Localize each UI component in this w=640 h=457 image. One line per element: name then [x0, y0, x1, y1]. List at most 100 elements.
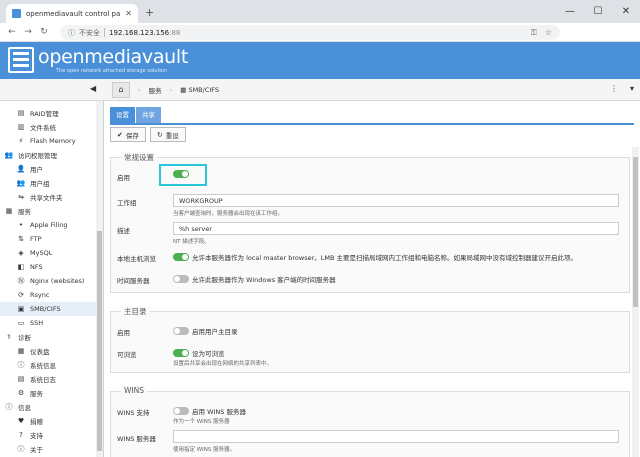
description-input[interactable]: %h server: [173, 222, 619, 235]
sidebar-item[interactable]: ⓘ 系统信息: [0, 358, 103, 372]
close-window-icon[interactable]: ✕: [612, 0, 640, 23]
sidebar-item-label: 捐赠: [30, 418, 43, 426]
breadcrumb: ⌂ › 服务 › ▦ SMB/CIFS: [112, 82, 219, 98]
browser-tab[interactable]: openmediavault control panel ✕: [6, 4, 138, 23]
expand-icon[interactable]: ▾: [630, 84, 634, 93]
wins-server-input[interactable]: [173, 430, 619, 443]
breadcrumb-sep-icon: ›: [138, 86, 141, 94]
general-legend: 常规设置: [121, 152, 157, 163]
sidebar-item[interactable]: ▥ 文件系统: [0, 120, 103, 134]
breadcrumb-smb[interactable]: ▦ SMB/CIFS: [180, 86, 219, 94]
sidebar-item[interactable]: ⚙ 服务: [0, 386, 103, 400]
raid-icon: ▤: [17, 109, 25, 117]
minimize-icon[interactable]: —: [556, 0, 584, 23]
sidebar-item[interactable]: ▤ 系统日志: [0, 372, 103, 386]
sidebar-item[interactable]: ▤ RAID管理: [0, 106, 103, 120]
sidebar-item[interactable]: ⚡ Flash Memory: [0, 134, 103, 148]
sidebar-item[interactable]: ⟳ Rsync: [0, 288, 103, 302]
main-panel: 设置 共享 ✔ 保存 ↻ 重设 常规设置 启用 工作组 WORKGROUP 当客户端…: [104, 101, 640, 457]
sidebar-scroll-thumb[interactable]: [97, 231, 102, 451]
back-icon[interactable]: ←: [4, 27, 20, 37]
main-scroll-thumb[interactable]: [633, 157, 638, 307]
sidebar-item[interactable]: ▭ SSH: [0, 316, 103, 330]
sidebar-item[interactable]: ♥ 捐赠: [0, 414, 103, 428]
forward-icon[interactable]: →: [20, 27, 36, 37]
wins-support-toggle[interactable]: [173, 407, 189, 415]
share-icon: ⇋: [18, 193, 24, 201]
sidebar-item[interactable]: ◈ MySQL: [0, 246, 103, 260]
sidebar-item-label: SSH: [30, 319, 44, 327]
sidebar-item[interactable]: ▦ 服务: [0, 204, 103, 218]
sidebar-item-label: Apple Filing: [30, 221, 68, 229]
save-button[interactable]: ✔ 保存: [110, 127, 146, 142]
sidebar-item-label: 支持: [30, 432, 43, 440]
nginx-icon: Ⓝ: [17, 277, 25, 285]
sidebar-item-label: 信息: [18, 404, 31, 412]
url-text[interactable]: 192.168.123.156:88: [109, 29, 180, 37]
new-tab-icon[interactable]: +: [145, 6, 154, 19]
browseable-hint: 设置后共享会出现在网络的共享列表中。: [173, 361, 273, 367]
sidebar-item[interactable]: 👤 用户: [0, 162, 103, 176]
workgroup-label: 工作组: [117, 199, 137, 207]
ftp-icon: ⇅: [18, 235, 24, 243]
collapse-sidebar-icon[interactable]: ◀: [90, 84, 96, 93]
sidebar-item[interactable]: ▣ SMB/CIFS: [0, 302, 103, 316]
close-tab-icon[interactable]: ✕: [125, 9, 132, 18]
wins-support-hint: 作为一个 WINS 服务器: [173, 419, 230, 425]
maximize-icon[interactable]: ☐: [584, 0, 612, 23]
sidebar-item[interactable]: 👥 用户组: [0, 176, 103, 190]
sidebar-item-label: 仪表盘: [30, 348, 50, 356]
sidebar-item-label: MySQL: [30, 249, 53, 257]
local-master-toggle[interactable]: [173, 253, 189, 261]
mysql-icon: ◈: [18, 249, 24, 257]
wins-fieldset: WINS WINS 支持 启用 WINS 服务器 作为一个 WINS 服务器 W…: [110, 386, 630, 457]
sidebar-item-label: 共享文件夹: [30, 194, 63, 202]
wins-support-text: 启用 WINS 服务器: [192, 408, 246, 416]
rsync-icon: ⟳: [18, 291, 24, 299]
sidebar-item[interactable]: ⚕ 诊断: [0, 330, 103, 344]
sidebar-item[interactable]: ? 支持: [0, 428, 103, 442]
filesystem-icon: ▥: [17, 123, 25, 131]
menu-kebab-icon[interactable]: ⋮: [610, 84, 618, 93]
sidebar-item[interactable]: ⇅ FTP: [0, 232, 103, 246]
address-bar[interactable]: ⓘ 不安全 192.168.123.156:88 ⚿ ☆: [60, 25, 560, 40]
sidebar-item[interactable]: ⓘ 信息: [0, 400, 103, 414]
user-icon: 👤: [16, 165, 26, 173]
main-scrollbar[interactable]: [632, 147, 639, 457]
browseable-label: 可浏览: [117, 351, 137, 359]
sidebar-item[interactable]: ◧ NFS: [0, 260, 103, 274]
home-icon[interactable]: ⌂: [112, 82, 130, 98]
breadcrumb-smb-icon: ▦: [180, 86, 187, 94]
about-icon: ⓘ: [17, 445, 25, 453]
browseable-toggle[interactable]: [173, 349, 189, 357]
sidebar-item[interactable]: ⇋ 共享文件夹: [0, 190, 103, 204]
description-hint: NT 描述字段。: [173, 239, 210, 245]
sidebar-item[interactable]: 👥 访问权限管理: [0, 148, 103, 162]
local-master-text: 允许本服务器作为 local master browser。LMB 主要是扫描局…: [192, 254, 578, 262]
sidebar-item[interactable]: Ⓝ Nginx (websites): [0, 274, 103, 288]
homes-enable-label: 启用: [117, 329, 130, 337]
sidebar-scrollbar[interactable]: [96, 101, 103, 457]
description-label: 描述: [117, 227, 130, 235]
tab-settings[interactable]: 设置: [110, 107, 135, 123]
sidebar-item-label: FTP: [30, 235, 42, 243]
sidebar-item[interactable]: ▦ 仪表盘: [0, 344, 103, 358]
apple-icon: •: [18, 221, 24, 229]
info-circle-icon[interactable]: ⓘ: [68, 28, 75, 38]
time-server-toggle[interactable]: [173, 275, 189, 283]
reload-icon[interactable]: ↻: [36, 27, 52, 37]
workgroup-hint: 当客户端查询时，服务器会出现在该工作组。: [173, 211, 284, 217]
bookmark-star-icon[interactable]: ☆: [545, 28, 552, 38]
insecure-label: 不安全: [79, 28, 100, 37]
key-icon[interactable]: ⚿: [531, 28, 537, 38]
tab-shares[interactable]: 共享: [136, 107, 161, 123]
sidebar-item[interactable]: • Apple Filing: [0, 218, 103, 232]
reset-button[interactable]: ↻ 重设: [149, 127, 186, 142]
homes-enable-toggle[interactable]: [173, 327, 189, 335]
url-port: :88: [169, 28, 181, 37]
wins-support-label: WINS 支持: [117, 409, 150, 417]
sidebar-item[interactable]: ⓘ 关于: [0, 442, 103, 456]
breadcrumb-services[interactable]: 服务: [149, 85, 162, 95]
omv-logo-icon: [8, 47, 34, 73]
workgroup-input[interactable]: WORKGROUP: [173, 194, 619, 207]
